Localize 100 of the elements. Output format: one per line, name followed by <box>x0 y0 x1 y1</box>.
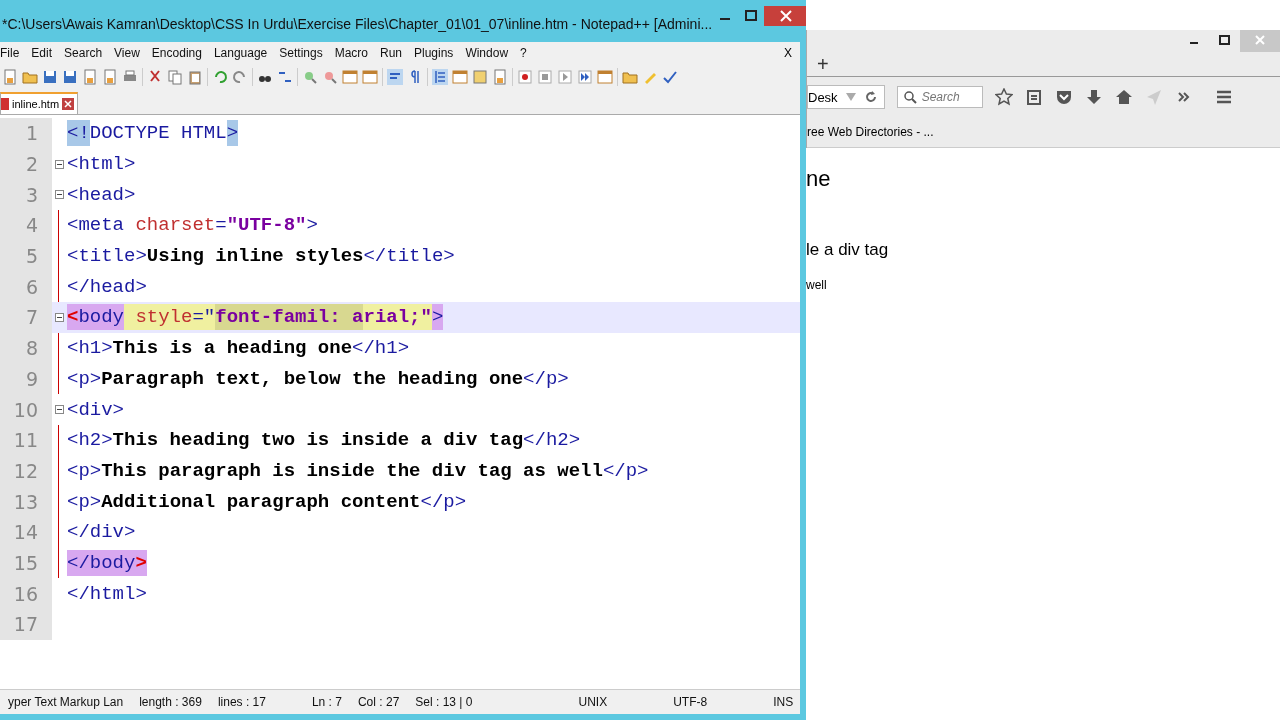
line-number: 7 <box>0 302 52 333</box>
code-token: <head> <box>67 182 136 208</box>
reload-icon[interactable] <box>863 90 878 104</box>
line-number: 3 <box>0 179 52 211</box>
code-token: <p> <box>67 366 102 392</box>
code-token: > <box>226 120 239 147</box>
checkmark-icon[interactable] <box>662 69 678 85</box>
code-token: <! <box>67 120 90 147</box>
shield-icon[interactable] <box>1054 88 1073 106</box>
window-title: *C:\Users\Awais Kamran\Desktop\CSS In Urdu\Exercise Files\Chapter_01\01_07\inline.htm - Notepad++ [Admini... <box>2 16 713 32</box>
zoom-in-icon[interactable] <box>302 69 318 85</box>
bookmark-link[interactable]: ree Web Directories - ... <box>807 125 934 139</box>
copy-icon[interactable] <box>167 69 183 85</box>
search-icon <box>902 90 917 104</box>
code-token: </p> <box>602 458 649 484</box>
line-number: 13 <box>0 486 52 517</box>
undo-icon[interactable] <box>212 69 228 85</box>
line-number: 15 <box>0 547 52 579</box>
floppy-icon[interactable] <box>42 69 58 85</box>
menu-item[interactable]: Window <box>459 46 515 60</box>
stop-icon[interactable] <box>537 69 553 85</box>
panel-icon[interactable] <box>452 69 468 85</box>
zoom-out-icon[interactable] <box>322 69 338 85</box>
status-text: UNIX <box>577 695 609 709</box>
menu-item[interactable]: View <box>108 46 146 60</box>
fold-toggle-icon[interactable] <box>54 405 64 415</box>
code-token: <html> <box>67 152 136 178</box>
code-token: <meta <box>67 213 125 239</box>
code-token: style <box>124 304 193 331</box>
code-token: Paragraph text, below the heading one <box>101 366 524 392</box>
status-text: yper Text Markup Lan <box>7 695 125 709</box>
line-number: 2 <box>0 148 52 180</box>
status-text: UTF-8 <box>672 695 709 709</box>
code-token: font-famil: a <box>215 304 364 331</box>
code-token: </head> <box>67 274 147 300</box>
fold-toggle-icon[interactable] <box>54 312 64 322</box>
star-icon[interactable] <box>994 88 1013 106</box>
code-token: </body <box>67 549 136 576</box>
code-token: =" <box>192 304 216 331</box>
address-bar[interactable]: Desk <box>807 85 885 109</box>
fast-forward-icon[interactable] <box>577 69 593 85</box>
menu-item[interactable]: Search <box>58 46 109 60</box>
wrap-icon[interactable] <box>387 69 403 85</box>
code-token: > <box>306 213 318 239</box>
home-icon[interactable] <box>1114 88 1133 106</box>
code-token: </p> <box>420 489 467 515</box>
fold-toggle-icon[interactable] <box>54 159 64 169</box>
line-number: 4 <box>0 210 52 241</box>
close-icon[interactable] <box>62 98 75 110</box>
window-icon[interactable] <box>342 69 358 85</box>
menu-item[interactable]: Settings <box>273 46 329 60</box>
code-token: </p> <box>523 366 569 392</box>
code-token: rial;" <box>363 304 432 331</box>
code-token: < <box>67 304 79 331</box>
code-token: </h1> <box>352 336 410 362</box>
status-text: lines : 17 <box>216 695 267 709</box>
code-token: <p> <box>67 458 102 484</box>
code-token: </title> <box>363 244 455 270</box>
menu-item[interactable]: Language <box>207 46 274 60</box>
window-icon[interactable] <box>362 69 378 85</box>
code-token: <h2> <box>67 428 113 454</box>
menu-item[interactable]: File <box>0 46 26 60</box>
search-field[interactable]: Search <box>896 86 983 108</box>
indent-icon[interactable] <box>432 69 448 85</box>
page-heading: ne <box>806 166 832 192</box>
menu-item[interactable]: Run <box>374 46 408 60</box>
close-document-button[interactable]: X <box>784 46 792 60</box>
folder-icon[interactable] <box>622 69 638 85</box>
menu-item[interactable]: ? <box>514 46 533 60</box>
code-token: This paragraph is inside the div tag as well <box>101 458 603 484</box>
folder-icon[interactable] <box>22 69 38 85</box>
code-token: body <box>78 304 124 331</box>
line-number: 14 <box>0 516 52 548</box>
clipboard-icon[interactable] <box>1024 88 1043 106</box>
line-number: 5 <box>0 240 52 272</box>
status-text: length : 369 <box>138 695 203 709</box>
code-token: "UTF-8" <box>226 213 307 239</box>
menu-item[interactable]: Edit <box>25 46 59 60</box>
status-text: INS <box>772 695 795 709</box>
menu-icon[interactable] <box>1214 88 1233 106</box>
line-number: 8 <box>0 332 52 364</box>
code-token: Using inline styles <box>146 244 364 270</box>
line-number: 9 <box>0 363 52 395</box>
code-token: </h2> <box>523 428 581 454</box>
line-number: 11 <box>0 424 52 456</box>
menu-item[interactable]: Macro <box>328 46 374 60</box>
play-icon[interactable] <box>557 69 573 85</box>
fold-toggle-icon[interactable] <box>54 190 64 200</box>
file-tab[interactable]: inline.htm <box>0 92 79 114</box>
code-token: DOCTYPE HTML <box>89 121 227 147</box>
clipboard-icon[interactable] <box>187 69 203 85</box>
new-tab-button[interactable]: + <box>807 52 829 76</box>
status-text: Sel : 13 | 0 <box>414 695 474 709</box>
menu-item[interactable]: Plugins <box>408 46 460 60</box>
redo-icon[interactable] <box>232 69 248 85</box>
record-icon[interactable] <box>517 69 533 85</box>
code-token: > <box>135 549 147 576</box>
line-number: 10 <box>0 394 52 425</box>
line-number: 1 <box>0 118 52 149</box>
menu-item[interactable]: Encoding <box>145 46 208 60</box>
